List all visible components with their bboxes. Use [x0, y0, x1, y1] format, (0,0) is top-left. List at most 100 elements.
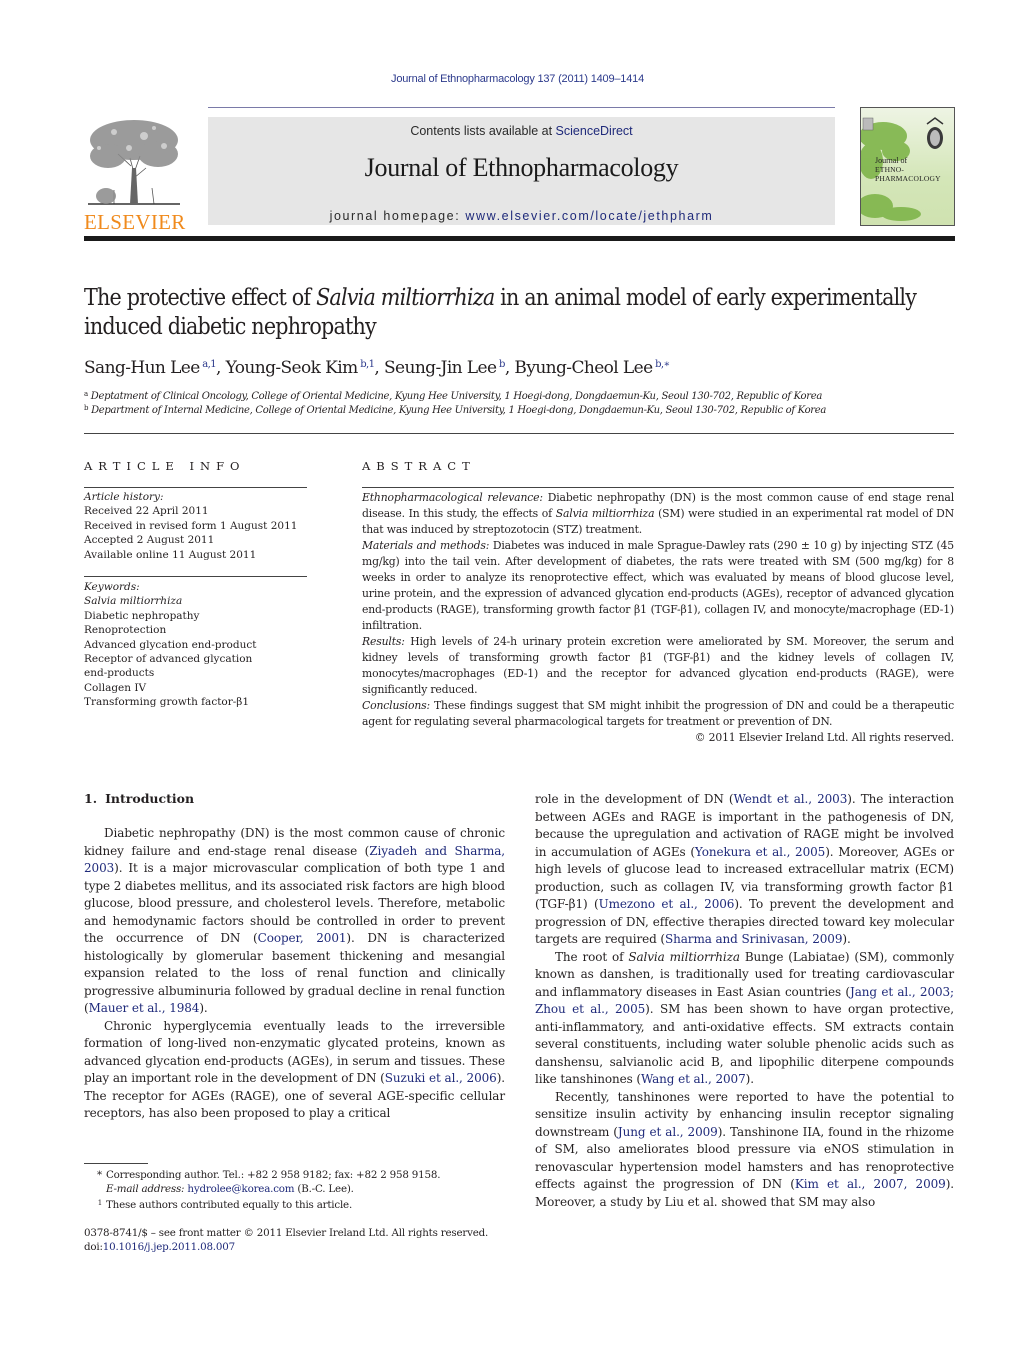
abstract-conclusions-text: These findings suggest that SM might inh…: [362, 699, 954, 728]
author-affiliation-link[interactable]: a,1: [200, 359, 216, 370]
journal-title: Journal of Ethnopharmacology: [364, 153, 679, 182]
abstract-body: Ethnopharmacological relevance: Diabetic…: [362, 490, 954, 746]
article-title: The protective effect of Salvia miltiorr…: [84, 284, 954, 342]
article-info-heading: ARTICLE INFO: [84, 459, 246, 473]
article-history: Article history: Received 22 April 2011 R…: [84, 490, 314, 562]
citation-link[interactable]: Mauer et al., 1984: [89, 1001, 200, 1015]
author-list: Sang-Hun Lee a,1, Young-Seok Kim b,1, Se…: [84, 358, 954, 378]
footnote-divider: [84, 1163, 148, 1164]
citation-link[interactable]: Kim et al., 2007, 2009: [795, 1177, 946, 1191]
citation-link[interactable]: Wendt et al., 2003: [733, 792, 847, 806]
title-species: Salvia miltiorrhiza: [316, 285, 495, 311]
abstract-conclusions-label: Conclusions:: [362, 699, 430, 712]
body-text: ).: [842, 932, 851, 946]
citation-link[interactable]: Sharma and Srinivasan, 2009: [665, 932, 842, 946]
history-item: Received in revised form 1 August 2011: [84, 519, 298, 532]
body-paragraph: Diabetic nephropathy (DN) is the most co…: [84, 825, 505, 1018]
body-paragraph: The root of Salvia miltiorrhiza Bunge (L…: [535, 949, 954, 1089]
abstract-copyright: © 2011 Elsevier Ireland Ltd. All rights …: [694, 731, 954, 744]
abstract-divider: [362, 487, 954, 488]
body-text: ).: [745, 1072, 754, 1086]
keyword-item: Advanced glycation end-product: [84, 638, 257, 651]
elsevier-wordmark: ELSEVIER: [84, 210, 186, 234]
keyword-item: end-products: [84, 667, 155, 680]
citation-link[interactable]: Jung et al., 2009: [618, 1125, 718, 1139]
history-item: Accepted 2 August 2011: [84, 534, 215, 547]
email-suffix: (B.-C. Lee).: [294, 1183, 354, 1195]
keywords-label: Keywords:: [84, 581, 140, 593]
header-thick-divider: [84, 236, 955, 241]
keyword-list: Salvia miltiorrhiza Diabetic nephropathy R…: [84, 594, 314, 709]
section-number: 1.: [84, 791, 98, 806]
footnote-email: E-mail address: hydrolee@korea.com (B.-C…: [84, 1182, 536, 1196]
history-item: Received 22 April 2011: [84, 505, 209, 518]
abstract-relevance-label: Ethnopharmacological relevance:: [362, 491, 543, 504]
keywords-divider: [84, 576, 307, 577]
title-part-1: The protective effect of: [84, 285, 317, 311]
author-affiliation-link[interactable]: b,1: [358, 359, 375, 370]
citation-link[interactable]: Wang et al., 2007: [641, 1072, 746, 1086]
author-name: Byung-Cheol Lee: [514, 358, 653, 378]
body-column-left: Diabetic nephropathy (DN) is the most co…: [84, 825, 505, 1123]
doi-line: doi:10.1016/j.jep.2011.08.007: [84, 1240, 514, 1254]
author-separator: ,: [216, 358, 226, 378]
citation-link[interactable]: Yonekura et al., 2005: [695, 845, 825, 859]
doi-prefix: doi:: [84, 1241, 103, 1253]
abstract-heading: ABSTRACT: [362, 459, 476, 473]
doi-link[interactable]: 10.1016/j.jep.2011.08.007: [103, 1241, 235, 1253]
cover-line-1: Journal of: [875, 156, 908, 165]
abstract-methods-label: Materials and methods:: [362, 539, 490, 552]
cover-title: Journal of ETHNO- PHARMACOLOGY: [875, 156, 941, 183]
author-separator: ,: [374, 358, 384, 378]
author-name: Young-Seok Kim: [225, 358, 359, 378]
cover-line-2: ETHNO-: [875, 165, 905, 174]
affiliation-b: b Department of Internal Medicine, Colle…: [84, 404, 954, 416]
abstract-conclusions: Conclusions: These findings suggest that…: [362, 698, 954, 730]
author-name: Seung-Jin Lee: [383, 358, 497, 378]
affiliation-mark: a: [84, 390, 88, 398]
keyword-item: Salvia miltiorrhiza: [84, 595, 183, 608]
abstract-results-text: High levels of 24-h urinary protein excr…: [362, 635, 954, 696]
section-title: Introduction: [105, 791, 195, 806]
article-history-label: Article history:: [84, 491, 164, 503]
elsevier-logo[interactable]: ELSEVIER: [84, 118, 188, 233]
front-matter-notice: 0378-8741/$ – see front matter © 2011 El…: [84, 1227, 489, 1239]
sciencedirect-link[interactable]: ScienceDirect: [556, 124, 633, 138]
citation-link[interactable]: Suzuki et al., 2006: [385, 1071, 497, 1085]
keyword-item: Collagen IV: [84, 681, 147, 694]
abstract-results-label: Results:: [362, 635, 405, 648]
article-info-divider: [84, 487, 307, 488]
article-history-list: Received 22 April 2011 Received in revise…: [84, 504, 314, 562]
abstract-methods-text: Diabetes was induced in male Sprague-Daw…: [362, 539, 954, 632]
species-name: Salvia miltiorrhiza: [628, 949, 740, 964]
body-paragraph: Chronic hyperglycemia eventually leads t…: [84, 1018, 505, 1123]
keywords: Keywords: Salvia miltiorrhiza Diabetic ne…: [84, 580, 314, 710]
body-text: role in the development of DN (: [535, 792, 734, 806]
footnote-mark: 1: [97, 1199, 102, 1207]
email-link[interactable]: hydrolee@korea.com: [187, 1183, 294, 1195]
keyword-item: Transforming growth factor-β1: [84, 696, 250, 709]
author-name: Sang-Hun Lee: [84, 358, 200, 378]
journal-cover-thumbnail[interactable]: Journal of ETHNO- PHARMACOLOGY: [860, 107, 955, 226]
author-separator: ,: [504, 358, 515, 378]
affiliation-text: Department of Internal Medicine, College…: [91, 405, 827, 416]
keyword-item: Diabetic nephropathy: [84, 609, 200, 622]
journal-reference-link[interactable]: Journal of Ethnopharmacology 137 (2011) …: [0, 73, 1021, 85]
footnote-text: These authors contributed equally to thi…: [106, 1199, 353, 1211]
affiliation-mark: b: [84, 404, 89, 412]
introduction-heading: 1. Introduction: [84, 791, 194, 806]
abstract-results: Results: High levels of 24-h urinary pro…: [362, 634, 954, 698]
abstract-methods: Materials and methods: Diabetes was indu…: [362, 538, 954, 634]
footnote-equal-contribution: 1 These authors contributed equally to th…: [84, 1196, 514, 1212]
author-affiliation-link[interactable]: b,∗: [653, 359, 670, 370]
citation-link[interactable]: Cooper, 2001: [258, 931, 347, 945]
keyword-item: Renoprotection: [84, 624, 167, 637]
elsevier-tree-icon: [88, 120, 180, 205]
body-paragraph: role in the development of DN (Wendt et …: [535, 791, 954, 949]
author-affiliation-link[interactable]: b: [496, 359, 505, 370]
citation-link[interactable]: Umezono et al., 2006: [599, 897, 735, 911]
abstract-species: Salvia miltiorrhiza: [555, 507, 655, 520]
section-divider: [84, 433, 954, 434]
homepage-prefix: journal homepage:: [329, 209, 466, 223]
homepage-link[interactable]: www.elsevier.com/locate/jethpharm: [465, 209, 713, 223]
